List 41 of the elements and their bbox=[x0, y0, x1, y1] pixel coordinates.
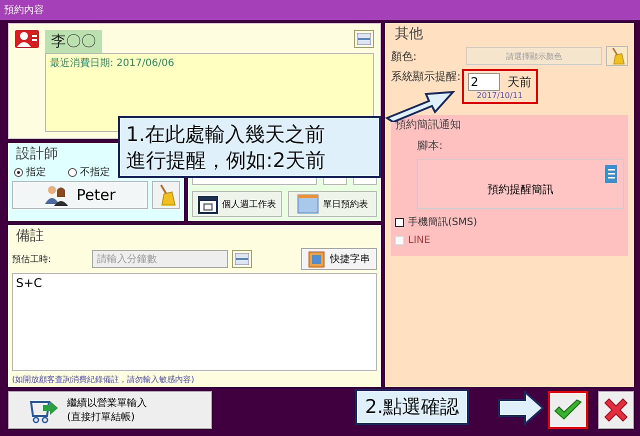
customer-name: 李〇〇 bbox=[45, 30, 102, 53]
calendar-icon bbox=[296, 194, 319, 214]
designer-button[interactable]: Peter bbox=[12, 181, 148, 209]
remarks-title: 備註 bbox=[15, 227, 44, 245]
notebook-icon bbox=[308, 250, 326, 268]
shortcut-button[interactable]: 快捷字串 bbox=[301, 248, 377, 270]
reminder-days-input[interactable]: 2 bbox=[468, 73, 500, 91]
contact-card-icon bbox=[15, 30, 39, 48]
schedule-button[interactable]: 單日預約表 bbox=[288, 191, 377, 217]
calendar-icon bbox=[198, 194, 218, 214]
reminder-label: 系統顯示提醒: bbox=[391, 69, 461, 84]
close-icon bbox=[602, 396, 630, 424]
reminder-date: 2017/10/11 bbox=[476, 91, 523, 100]
check-icon bbox=[553, 398, 583, 422]
scroll-icon bbox=[603, 164, 619, 184]
list-button[interactable] bbox=[354, 30, 374, 48]
reminder-unit: 天前 bbox=[508, 74, 532, 90]
sms-channel-checkbox[interactable]: 手機簡訊(SMS) bbox=[395, 215, 624, 229]
designer-radio[interactable]: 指定 bbox=[14, 165, 46, 179]
remarks-hint: (如開放顧客查詢消費紀錄備註，請勿輸入敏感內容) bbox=[12, 374, 196, 385]
list-button[interactable] bbox=[232, 250, 252, 268]
estimate-input[interactable]: 請輸入分鐘數 bbox=[92, 250, 228, 268]
instruction-line: 進行提醒，例如:2天前 bbox=[126, 147, 326, 173]
confirm-button[interactable] bbox=[548, 391, 588, 429]
estimate-label: 預估工時: bbox=[12, 254, 52, 266]
sms-script-button[interactable]: 預約提醒簡訊 bbox=[417, 159, 624, 209]
other-title: 其他 bbox=[394, 25, 423, 43]
instruction-line: 2.點選確認 bbox=[365, 395, 460, 420]
people-icon bbox=[44, 184, 70, 206]
window-title: 預約內容 bbox=[4, 4, 44, 17]
clear-button[interactable] bbox=[606, 46, 628, 66]
designer-radio[interactable]: 不指定 bbox=[68, 165, 110, 179]
script-label: 腳本: bbox=[416, 138, 444, 153]
designer-title: 設計師 bbox=[15, 145, 58, 163]
clear-button[interactable] bbox=[152, 181, 180, 209]
remarks-textarea[interactable]: S+C bbox=[12, 273, 377, 371]
schedule-button[interactable]: 個人週工作表 bbox=[192, 191, 282, 217]
continue-button[interactable]: 繼續以營業單輸入 (直接打單結帳) bbox=[8, 391, 212, 429]
cancel-button[interactable] bbox=[598, 391, 634, 429]
arrow-icon bbox=[497, 390, 545, 426]
color-label: 顏色: bbox=[391, 48, 417, 64]
